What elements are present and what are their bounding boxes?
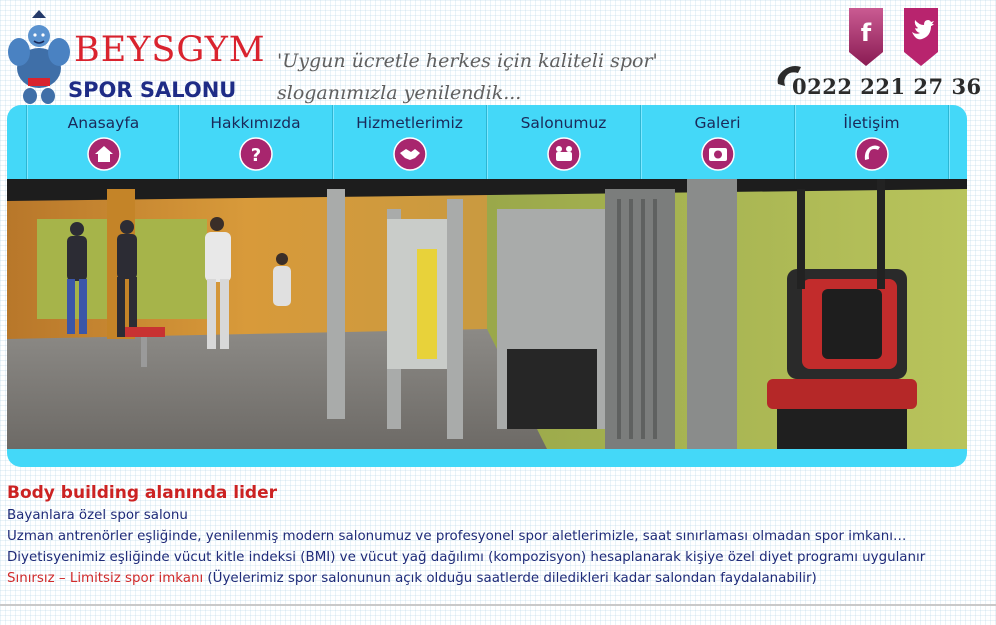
content-line-2: Uzman antrenörler eşliğinde, yenilenmiş … (7, 529, 907, 544)
twitter-icon[interactable] (904, 8, 938, 66)
brand-name: BEYSGYM (74, 30, 266, 70)
main-navigation: Anasayfa Hakkımızda ? Hizmetlerimiz Salo… (7, 105, 967, 179)
bodybuilder-mascot-icon (8, 10, 70, 104)
site-logo[interactable]: BEYSGYM SPOR SALONU (6, 8, 265, 104)
nav-item-label: Galeri (694, 114, 741, 132)
content-title: Body building alanında lider (7, 483, 278, 503)
handshake-icon (392, 137, 427, 171)
nav-divider (948, 105, 949, 179)
question-icon: ? (238, 137, 273, 171)
nav-item-galeri[interactable]: Galeri (641, 105, 794, 179)
content-highlight: Sınırsız – Limitsiz spor imkanı (7, 571, 204, 586)
phone-contact[interactable]: 0222 221 27 36 (774, 64, 984, 99)
hero-bottom-band (7, 449, 967, 467)
room-icon (546, 137, 581, 171)
content-section: Body building alanında lider Bayanlara ö… (7, 481, 987, 589)
phone-icon (854, 137, 889, 171)
nav-item-label: Hizmetlerimiz (356, 114, 463, 132)
content-line-4: Sınırsız – Limitsiz spor imkanı (Üyeleri… (7, 568, 987, 589)
nav-item-hakkimizda[interactable]: Hakkımızda ? (179, 105, 332, 179)
svg-text:?: ? (250, 145, 260, 166)
nav-item-label: Hakkımızda (210, 114, 301, 132)
slogan-line-1: 'Uygun ücretle herkes için kaliteli spor… (277, 50, 658, 72)
gym-interior-illustration (7, 179, 967, 449)
nav-item-iletisim[interactable]: İletişim (795, 105, 948, 179)
camera-icon (700, 137, 735, 171)
nav-item-label: Anasayfa (67, 114, 140, 132)
content-line-4-rest: (Üyelerimiz spor salonunun açık olduğu s… (203, 571, 817, 586)
nav-item-hizmetlerimiz[interactable]: Hizmetlerimiz (333, 105, 486, 179)
slogan: 'Uygun ücretle herkes için kaliteli spor… (277, 45, 697, 109)
brand-subtitle: SPOR SALONU (68, 78, 237, 102)
content-line-1: Bayanlara özel spor salonu (7, 508, 188, 523)
svg-text:f: f (861, 19, 872, 47)
nav-item-label: İletişim (843, 114, 900, 132)
content-line-3: Diyetisyenimiz eşliğinde vücut kitle ind… (7, 550, 926, 565)
hero-gym-photo (7, 179, 967, 449)
home-icon (86, 137, 121, 171)
facebook-icon[interactable]: f (849, 8, 883, 66)
nav-item-salonumuz[interactable]: Salonumuz (487, 105, 640, 179)
nav-item-label: Salonumuz (520, 114, 607, 132)
page-bottom-divider (0, 604, 996, 606)
phone-number: 0222 221 27 36 (792, 74, 982, 99)
nav-item-anasayfa[interactable]: Anasayfa (27, 105, 180, 179)
